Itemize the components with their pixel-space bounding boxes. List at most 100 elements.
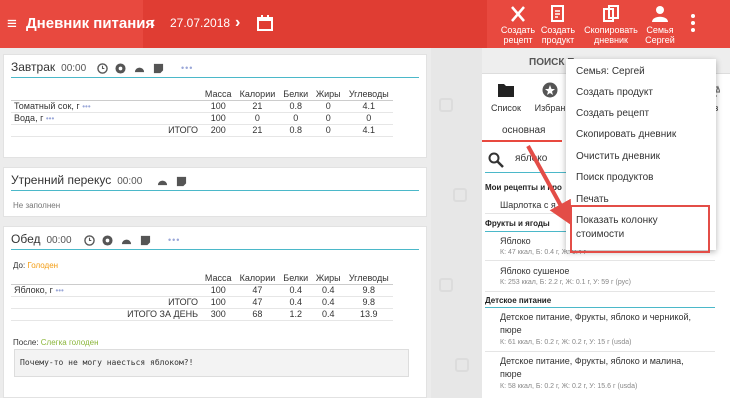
before-value[interactable]: Голоден (27, 261, 58, 270)
list-item[interactable]: Яблоко (500, 235, 531, 247)
table-row[interactable]: Томатный сок, г ••• 100 21 0.8 0 4.1 (11, 100, 393, 113)
options-dots[interactable]: ••• (168, 235, 180, 245)
clock-icon[interactable] (97, 63, 108, 74)
menu-item-family[interactable]: Семья: Сергей (576, 65, 645, 79)
cell: 0.4 (311, 296, 345, 309)
star-icon (542, 82, 558, 98)
cell: 100 (201, 296, 236, 309)
search-icon (488, 152, 504, 168)
tab-list[interactable]: Список (488, 80, 524, 120)
folder-icon (498, 84, 514, 97)
list-item[interactable]: Детское питание, Фрукты, яблоко и малина… (500, 355, 684, 367)
family-label-1: Семья (646, 25, 674, 35)
tab-list-label: Список (491, 103, 521, 113)
menu-item-copy-diary[interactable]: Скопировать дневник (576, 128, 676, 142)
snack-title: Утренний перекус 00:00 (11, 173, 142, 187)
next-day-button[interactable]: › (235, 14, 240, 32)
table-row[interactable]: Яблоко, г ••• 100 47 0.4 0.4 9.8 (11, 284, 393, 297)
table-row[interactable]: Вода, г ••• 100 0 0 0 0 (11, 112, 393, 125)
highlight-frame (570, 205, 710, 253)
list-item[interactable]: Яблоко сушеное (500, 265, 569, 277)
note-icon[interactable] (153, 63, 164, 74)
cell: 21 (235, 100, 280, 113)
mood-icon[interactable] (115, 63, 126, 74)
item-divider (485, 260, 715, 261)
meal-name: Утренний перекус (11, 173, 112, 187)
snack-card: Утренний перекус 00:00 Не заполнен (3, 167, 427, 217)
cell[interactable]: 100 (201, 100, 236, 113)
cell: 0.4 (311, 308, 345, 321)
cell: 4.1 (344, 124, 393, 137)
current-date[interactable]: 27.07.2018 (170, 16, 230, 30)
cell: 0 (344, 112, 393, 125)
cell: 0.4 (279, 296, 312, 309)
col-protein: Белки (279, 88, 312, 101)
col-carbs: Углеводы (344, 272, 393, 285)
options-dots[interactable]: ••• (181, 63, 193, 73)
clock-icon[interactable] (84, 235, 95, 246)
title-divider (11, 249, 419, 250)
background-pattern (431, 48, 482, 398)
section-title: Мои рецепты и про (485, 183, 562, 192)
food-name[interactable]: Вода, г (14, 113, 43, 123)
total-row: ИТОГО 200 21 0.8 0 4.1 (11, 124, 393, 137)
calendar-icon[interactable] (257, 15, 273, 31)
hamburger-menu-icon[interactable]: ≡ (7, 15, 17, 32)
list-item[interactable]: Детское питание, Фрукты, яблоко и черник… (500, 311, 691, 323)
meal-name: Обед (11, 232, 41, 246)
title-divider (11, 190, 419, 191)
cell[interactable]: 100 (201, 112, 236, 125)
previous-day-button[interactable]: ‹ (150, 14, 155, 32)
row-options-dots[interactable]: ••• (55, 286, 63, 295)
meal-time[interactable]: 00:00 (61, 63, 86, 74)
mood-icon[interactable] (102, 235, 113, 246)
cell: 1.2 (279, 308, 312, 321)
cell: 0.4 (279, 284, 312, 297)
copy-diary-button[interactable]: Скопировать дневник (581, 5, 641, 45)
title-divider (11, 77, 419, 78)
cell: 47 (235, 284, 280, 297)
breakfast-card: Завтрак 00:00 ••• Масса Калории Белки Жир… (3, 54, 427, 158)
lunch-table: Масса Калории Белки Жиры Углеводы Яблоко… (11, 272, 393, 321)
create-product-button[interactable]: Создать продукт (539, 5, 577, 45)
breakfast-table: Масса Калории Белки Жиры Углеводы Томатн… (11, 88, 393, 137)
create-product-label-2: продукт (541, 35, 575, 45)
cell: 0.4 (311, 284, 345, 297)
note-icon[interactable] (140, 235, 151, 246)
copy-diary-label-1: Скопировать (584, 25, 638, 35)
menu-item-search-products[interactable]: Поиск продуктов (576, 171, 653, 185)
row-options-dots[interactable]: ••• (82, 102, 90, 111)
gauge-icon[interactable] (134, 63, 145, 74)
family-button[interactable]: Семья Сергей (643, 5, 677, 45)
subtab-main[interactable]: основная (502, 125, 545, 136)
cell[interactable]: 100 (201, 284, 236, 297)
meal-time[interactable]: 00:00 (117, 176, 142, 187)
list-item[interactable]: Шарлотка с я (500, 199, 556, 211)
hunger-after: После: Слегка голоден (13, 338, 99, 347)
tab-favorites[interactable]: Избран (532, 80, 568, 120)
more-options-icon[interactable] (688, 12, 698, 36)
food-name[interactable]: Яблоко, г (14, 285, 53, 295)
cell: 9.8 (344, 296, 393, 309)
col-mass: Масса (201, 272, 236, 285)
search-input[interactable]: яблоко (515, 153, 547, 164)
list-item-continued[interactable]: пюре (500, 368, 522, 380)
subtab-active-indicator (482, 140, 562, 142)
menu-item-clear-diary[interactable]: Очистить дневник (576, 150, 660, 164)
row-options-dots[interactable]: ••• (46, 114, 54, 123)
note-icon[interactable] (176, 176, 187, 187)
section-title: Детское питание (485, 296, 552, 305)
cell: 21 (235, 124, 280, 137)
menu-item-create-recipe[interactable]: Создать рецепт (576, 107, 649, 121)
meal-name: Завтрак (11, 60, 56, 74)
list-item-nutrition: К: 58 ккал, Б: 0.2 г, Ж: 0.2 г, У: 15.6 … (500, 383, 638, 390)
gauge-icon[interactable] (157, 176, 168, 187)
after-value[interactable]: Слегка голоден (41, 338, 99, 347)
meal-note[interactable]: Почему-то не могу наесться яблоком?! (14, 349, 409, 377)
gauge-icon[interactable] (121, 235, 132, 246)
food-name[interactable]: Томатный сок, г (14, 101, 80, 111)
meal-time[interactable]: 00:00 (46, 235, 71, 246)
create-recipe-button[interactable]: Создать рецепт (500, 5, 536, 45)
menu-item-create-product[interactable]: Создать продукт (576, 86, 653, 100)
list-item-continued[interactable]: пюре (500, 324, 522, 336)
